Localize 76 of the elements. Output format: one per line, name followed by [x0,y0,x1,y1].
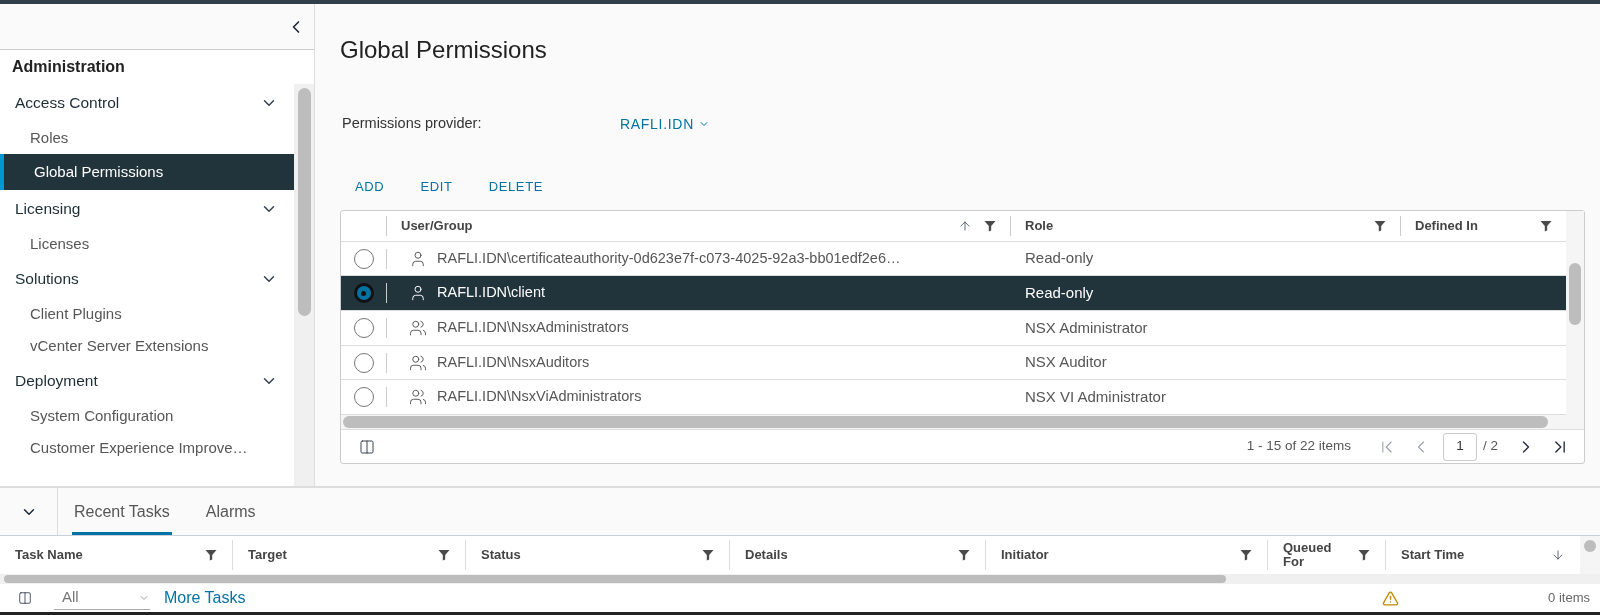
nav-item[interactable]: vCenter Server Extensions [0,330,294,362]
user-icon [409,284,427,303]
tab[interactable]: Recent Tasks [72,488,172,535]
group-icon [409,353,427,372]
nav-group-header[interactable]: Solutions [0,260,294,298]
action-button[interactable]: ADD [340,174,400,200]
nav-item[interactable]: Client Plugins [0,298,294,330]
filter-icon[interactable] [1374,219,1386,232]
item-count: 0 items [1548,589,1590,608]
group-icon [409,388,427,407]
scrollbar[interactable] [0,574,1600,584]
scrollbar[interactable] [1566,211,1584,415]
nav-item[interactable]: Roles [0,122,294,154]
table-cell-text: Read-only [1024,248,1094,269]
warning-icon [1381,589,1399,607]
table-cell-text: RAFLI.IDN\client [437,283,545,303]
table-cell-text: NSX VI Administrator [1024,386,1166,407]
filter-icon[interactable] [984,219,996,232]
table-cell-text: RAFLI.IDN\NsxViAdministrators [437,387,642,407]
provider-label: Permissions provider: [341,114,483,134]
nav-item[interactable]: Customer Experience Improve… [0,432,294,464]
filter-icon[interactable] [1540,219,1552,232]
column-header[interactable]: Queued For [1268,540,1386,570]
table-cell-text: RAFLI.IDN\certificateauthority-0d623e7f-c073-4025-92a3-bb01edf2e6… [437,248,901,268]
table-row[interactable]: RAFLI.IDN\client Read-only [341,276,1566,312]
group-icon [409,318,427,337]
filter-dropdown[interactable]: All [54,586,150,610]
item-count: 1 - 15 of 22 items [1246,437,1351,456]
filter-icon[interactable] [702,549,714,561]
page-title: Global Permissions [340,35,548,65]
sort-ascending-icon[interactable] [958,218,972,233]
user-icon [409,249,427,268]
column-header[interactable]: Role [1011,215,1401,236]
scrollbar[interactable] [1584,540,1596,552]
page-input[interactable]: 1 [1443,432,1477,461]
more-tasks-link[interactable]: More Tasks [164,586,246,610]
radio-button[interactable] [353,317,374,338]
table-cell-text: RAFLI.IDN\NsxAuditors [437,352,590,372]
provider-dropdown[interactable]: RAFLI.IDN [620,113,710,135]
radio-button[interactable] [353,248,374,269]
filter-icon[interactable] [1358,549,1370,561]
sort-descending-icon[interactable] [1551,548,1565,562]
page-total: / 2 [1483,437,1498,456]
filter-icon[interactable] [958,549,970,561]
action-button[interactable]: DELETE [473,174,559,200]
column-header[interactable]: User/Group [387,215,1011,236]
filter-icon[interactable] [1240,549,1252,561]
column-header[interactable]: Task Name [0,540,233,570]
nav-group-header[interactable]: Access Control [0,84,294,122]
column-toggle-icon[interactable] [359,438,375,455]
column-header[interactable]: Target [233,540,466,570]
tab[interactable]: Alarms [203,488,258,535]
column-header[interactable]: Status [466,540,730,570]
column-header[interactable]: Initiator [986,540,1268,570]
nav-item[interactable]: Global Permissions [0,154,294,190]
filter-icon[interactable] [438,549,450,561]
filter-icon[interactable] [205,549,217,561]
table-cell-text: Read-only [1024,283,1094,303]
column-header[interactable]: Start Time [1386,540,1580,570]
sidebar-title: Administration [11,57,126,77]
table-cell-text: NSX Auditor [1024,352,1107,373]
scrollbar[interactable] [294,84,314,486]
nav-group-header[interactable]: Licensing [0,190,294,228]
radio-button[interactable] [353,283,374,304]
nav-item[interactable]: System Configuration [0,400,294,432]
column-toggle-icon[interactable] [18,591,32,605]
column-header[interactable]: Defined In [1401,215,1566,236]
radio-button[interactable] [353,352,374,373]
action-button[interactable]: EDIT [405,174,468,200]
nav-group-header[interactable]: Deployment [0,362,294,400]
table-cell-text: RAFLI.IDN\NsxAdministrators [437,318,629,337]
column-header[interactable]: Details [730,540,986,570]
scrollbar[interactable] [341,415,1584,429]
nav-item[interactable]: Licenses [0,228,294,260]
radio-button[interactable] [353,387,374,408]
table-cell-text: NSX Administrator [1024,317,1148,338]
